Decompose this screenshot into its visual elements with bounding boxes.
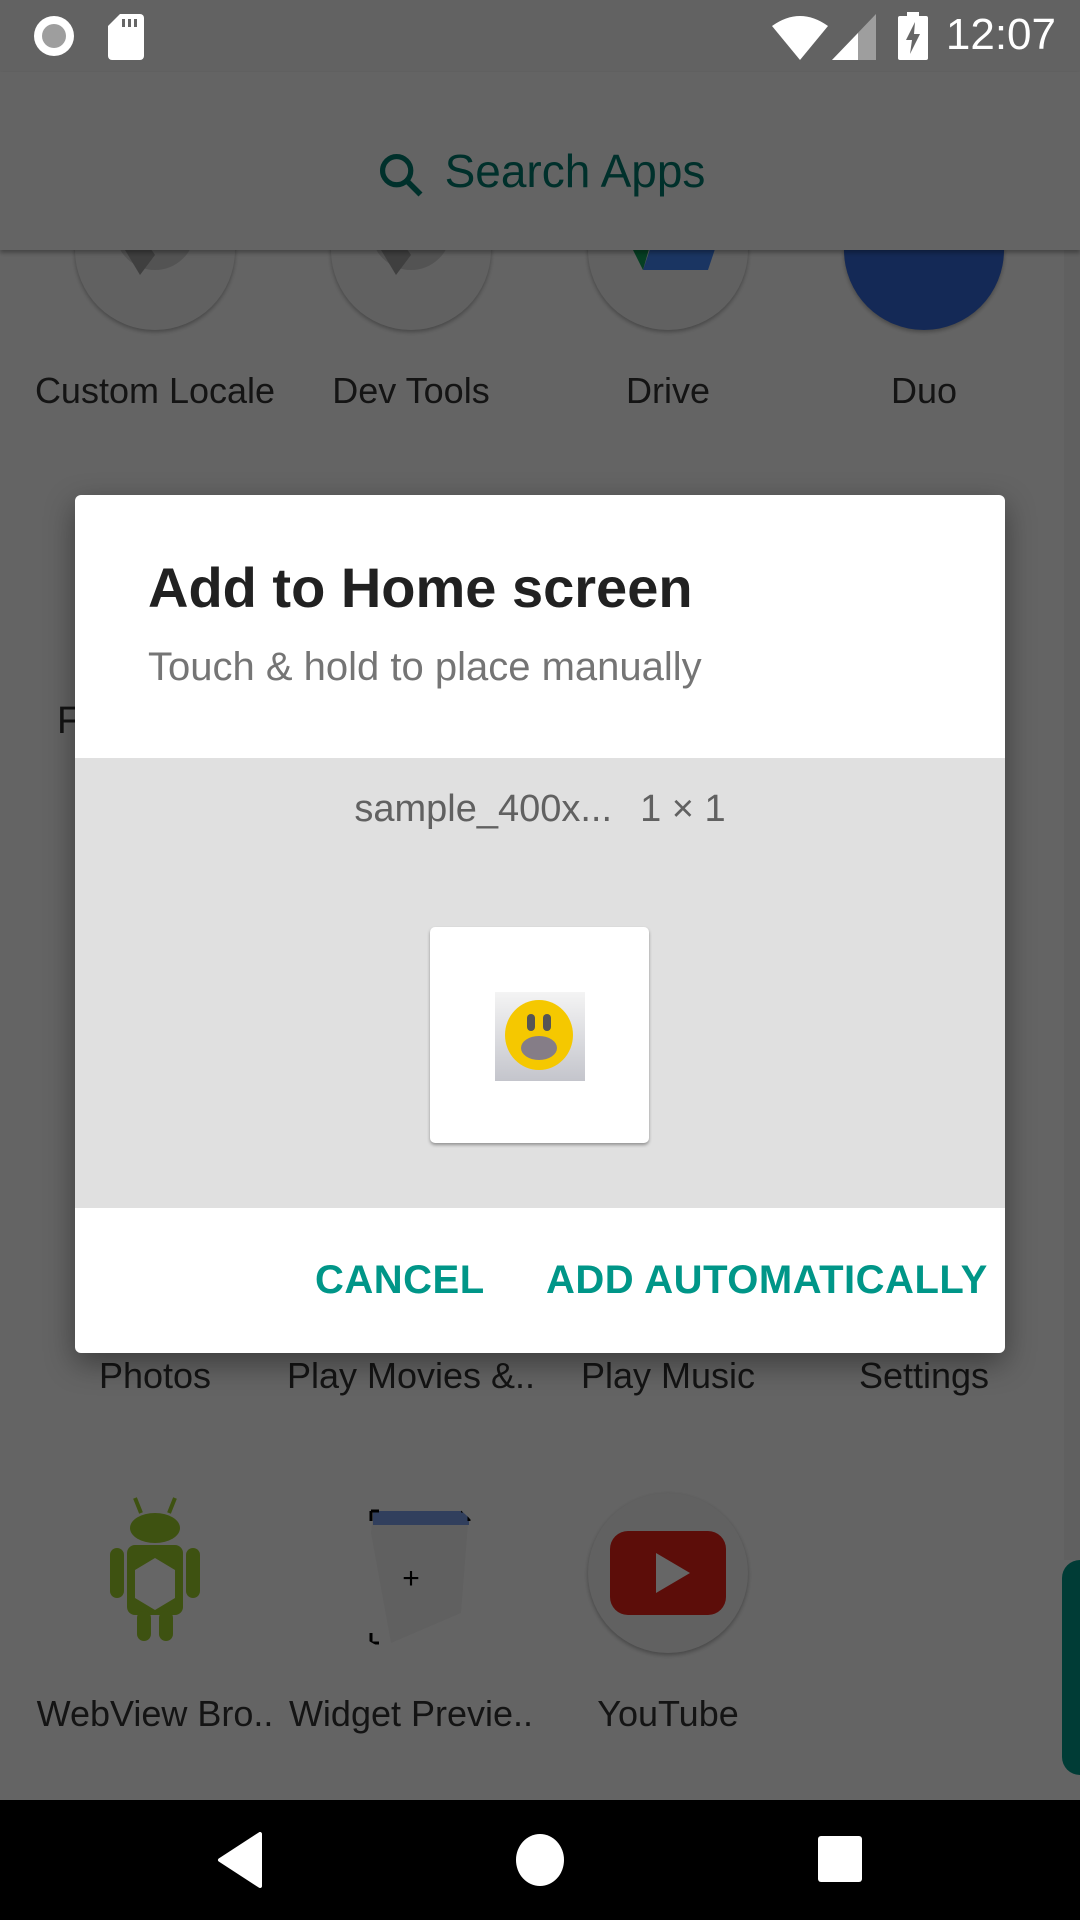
battery-charging-icon xyxy=(898,12,928,60)
cell-signal-icon xyxy=(832,14,876,60)
status-icons: 12:07 xyxy=(0,0,1080,72)
widget-preview-card[interactable] xyxy=(430,927,649,1143)
home-icon[interactable] xyxy=(515,1832,565,1888)
widget-name: sample_400x... xyxy=(354,788,613,830)
back-icon[interactable] xyxy=(216,1832,264,1888)
add-automatically-button[interactable]: ADD AUTOMATICALLY xyxy=(546,1258,988,1303)
record-icon xyxy=(34,16,74,56)
widget-image xyxy=(495,992,585,1081)
widget-size: 1 × 1 xyxy=(640,788,726,830)
widget-label: sample_400x... 1 × 1 xyxy=(75,788,1005,831)
wifi-icon xyxy=(772,16,828,60)
surprised-face-icon xyxy=(505,1000,573,1070)
widget-preview-area: sample_400x... 1 × 1 xyxy=(75,758,1005,1208)
add-to-home-dialog: Add to Home screen Touch & hold to place… xyxy=(75,495,1005,1353)
cancel-button[interactable]: CANCEL xyxy=(315,1258,485,1303)
dialog-subtitle: Touch & hold to place manually xyxy=(148,645,702,689)
dialog-title: Add to Home screen xyxy=(148,556,693,619)
sd-card-icon xyxy=(108,14,144,60)
clock: 12:07 xyxy=(945,10,1056,59)
dialog-actions: CANCEL ADD AUTOMATICALLY xyxy=(75,1208,1005,1353)
recents-icon[interactable] xyxy=(816,1834,864,1884)
nav-buttons xyxy=(0,1800,1080,1920)
